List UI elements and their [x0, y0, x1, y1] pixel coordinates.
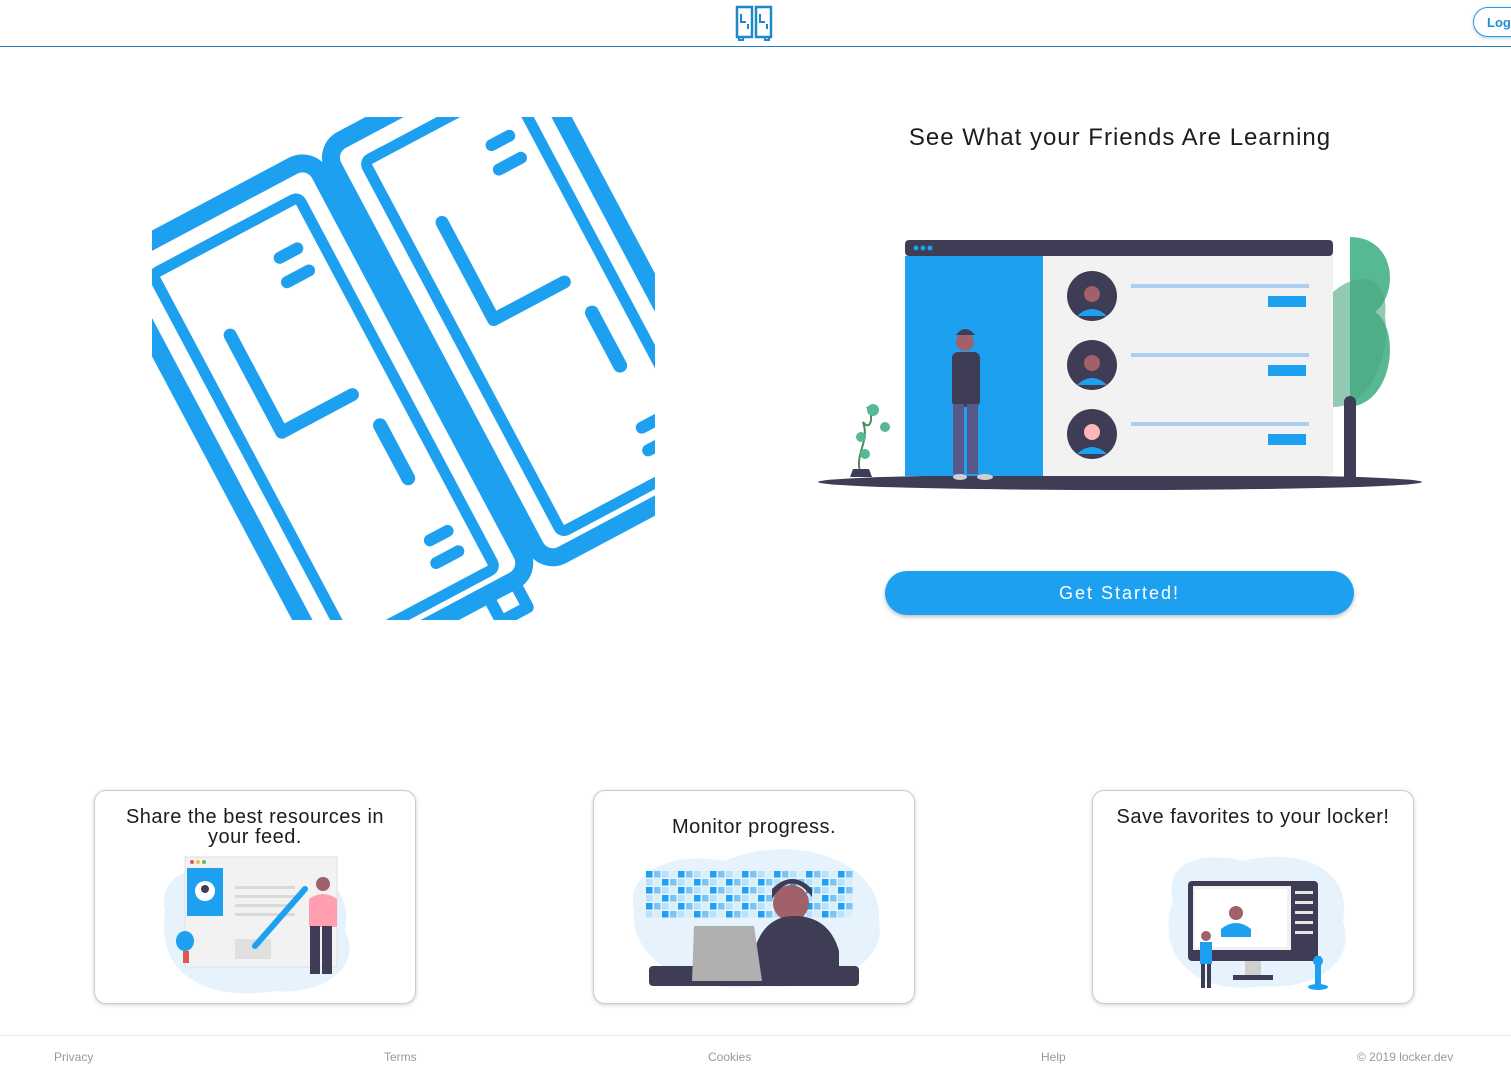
- login-button[interactable]: Login: [1473, 7, 1511, 37]
- get-started-button[interactable]: Get Started!: [885, 571, 1354, 615]
- top-navbar: Login: [0, 0, 1511, 47]
- footer-link-privacy[interactable]: Privacy: [54, 1050, 93, 1064]
- hero-title: See What your Friends Are Learning: [908, 124, 1332, 151]
- locker-hero-image: [152, 117, 655, 620]
- feature-card-monitor: Monitor progress.: [593, 790, 915, 1004]
- footer-link-cookies[interactable]: Cookies: [708, 1050, 751, 1064]
- locker-icon[interactable]: [735, 4, 773, 42]
- feature-title-share: Share the best resources in your feed.: [125, 806, 385, 848]
- footer-link-terms[interactable]: Terms: [384, 1050, 417, 1064]
- footer-link-help[interactable]: Help: [1041, 1050, 1066, 1064]
- feature-title-save: Save favorites to your locker!: [1116, 806, 1390, 828]
- friends-learning-illustration: [818, 237, 1422, 490]
- feature-card-share: Share the best resources in your feed.: [94, 790, 416, 1004]
- feature-title-monitor: Monitor progress.: [671, 816, 837, 838]
- footer: Privacy Terms Cookies Help © 2019 locker…: [0, 1035, 1511, 1079]
- feature-card-save: Save favorites to your locker!: [1092, 790, 1414, 1004]
- footer-copyright: © 2019 locker.dev: [1357, 1050, 1454, 1064]
